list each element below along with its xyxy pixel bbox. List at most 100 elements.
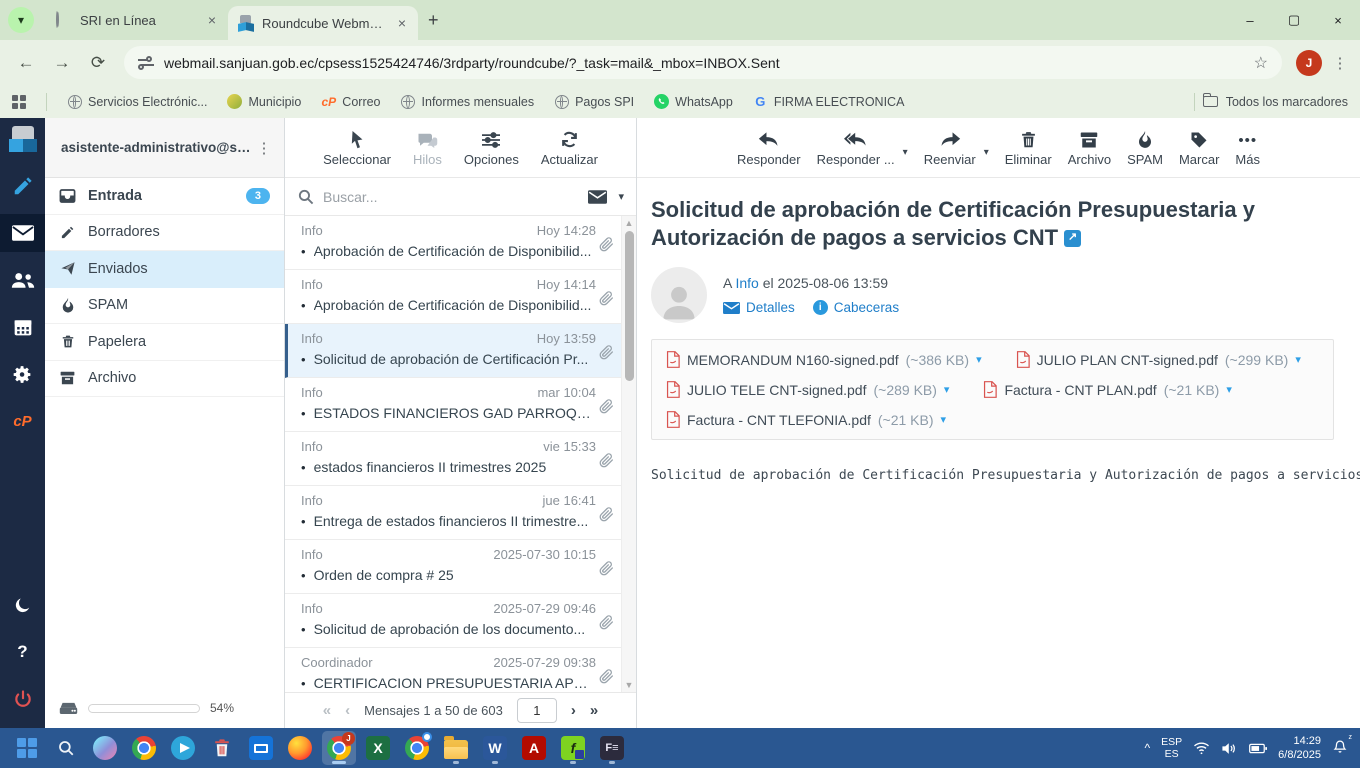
mail-nav-button[interactable] (0, 214, 45, 252)
open-in-new-window-icon[interactable] (1064, 229, 1082, 247)
remote-desktop-button[interactable] (244, 731, 278, 765)
select-button[interactable]: Seleccionar (323, 129, 391, 167)
search-input[interactable] (323, 188, 580, 205)
profile-avatar[interactable]: J (1296, 49, 1322, 76)
bookmark-informes[interactable]: Informes mensuales (401, 94, 534, 109)
bookmark-municipio[interactable]: Municipio (227, 94, 301, 109)
headers-link[interactable]: i Cabeceras (812, 300, 899, 315)
folder-enviados[interactable]: Enviados (45, 251, 284, 288)
dark-mode-button[interactable] (0, 586, 45, 624)
battery-icon[interactable] (1249, 742, 1268, 755)
message-row-5[interactable]: Info vie 15:33 • estados financieros II tr… (285, 432, 636, 486)
compose-button[interactable] (0, 167, 45, 205)
bookmark-firma[interactable]: G FIRMA ELECTRONICA (753, 94, 904, 109)
next-page-button[interactable]: › (571, 702, 576, 719)
message-row-7[interactable]: Info 2025-07-30 10:15 • Orden de compra # … (285, 540, 636, 594)
scroll-down-icon[interactable]: ▼ (625, 680, 634, 690)
reply-all-button[interactable]: Responder ... (817, 129, 895, 167)
firefox-button[interactable] (283, 731, 317, 765)
scrollbar-thumb[interactable] (624, 231, 634, 381)
attachment-1[interactable]: MEMORANDUM N160-signed.pdf (~386 KB) ▾ (666, 351, 982, 368)
back-button[interactable]: ← (10, 47, 42, 79)
cpanel-nav-button[interactable]: cP (0, 402, 45, 440)
scroll-up-icon[interactable]: ▲ (625, 218, 634, 228)
reply-all-caret[interactable]: ▾ (903, 147, 908, 158)
tray-expand-chevron[interactable]: ^ (1145, 741, 1151, 755)
message-row-6[interactable]: Info jue 16:41 • Entrega de estados financ… (285, 486, 636, 540)
mark-button[interactable]: Marcar (1179, 129, 1219, 167)
copilot-button[interactable] (88, 731, 122, 765)
forward-button[interactable]: Reenviar (924, 129, 976, 167)
chrome-button[interactable] (127, 731, 161, 765)
attachment-5[interactable]: Factura - CNT TLEFONIA.pdf (~21 KB) ▾ (666, 411, 946, 428)
attachment-2[interactable]: JULIO PLAN CNT-signed.pdf (~299 KB) ▾ (1016, 351, 1301, 368)
apps-grid-icon[interactable] (12, 94, 26, 109)
threads-button[interactable]: Hilos (413, 129, 442, 167)
message-row-4[interactable]: Info mar 10:04 • ESTADOS FINANCIEROS GAD P… (285, 378, 636, 432)
message-row-3-selected[interactable]: Info Hoy 13:59 • Solicitud de aprobación d… (285, 324, 636, 378)
start-button[interactable] (10, 731, 44, 765)
search-scope-icon[interactable] (588, 189, 608, 204)
attachment-menu-caret[interactable]: ▾ (976, 353, 982, 366)
account-menu-icon[interactable]: ⋮ (254, 139, 274, 157)
contacts-nav-button[interactable] (0, 261, 45, 299)
window-maximize-button[interactable]: ▢ (1272, 0, 1316, 40)
window-close-button[interactable]: × (1316, 0, 1360, 40)
reload-button[interactable]: ⟳ (82, 47, 114, 79)
tab-search-button[interactable]: ▾ (8, 7, 34, 33)
delete-button[interactable]: Eliminar (1005, 129, 1052, 167)
taskbar-clock[interactable]: 14:29 6/8/2025 (1278, 734, 1321, 763)
message-row-9[interactable]: Coordinador 2025-07-29 09:38 • CERTIFICACI… (285, 648, 636, 692)
message-row-8[interactable]: Info 2025-07-29 09:46 • Solicitud de aprob… (285, 594, 636, 648)
attachment-3[interactable]: JULIO TELE CNT-signed.pdf (~289 KB) ▾ (666, 381, 949, 398)
bookmark-star-icon[interactable]: ☆ (1254, 53, 1268, 73)
list-scrollbar[interactable]: ▲ ▼ (621, 216, 636, 692)
word-button[interactable]: W (478, 731, 512, 765)
file-explorer-button[interactable] (439, 731, 473, 765)
browser-tab-sri[interactable]: SRI en Línea × (46, 0, 228, 40)
help-button[interactable]: ? (0, 633, 45, 671)
more-button[interactable]: ••• Más (1235, 129, 1260, 167)
bookmark-pagos-spi[interactable]: Pagos SPI (554, 94, 634, 109)
chrome-alt-button[interactable] (400, 731, 434, 765)
recipient-link[interactable]: Info (735, 275, 758, 291)
address-bar[interactable]: webmail.sanjuan.gob.ec/cpsess1525424746/… (124, 46, 1282, 79)
telegram-button[interactable] (166, 731, 200, 765)
settings-nav-button[interactable] (0, 355, 45, 393)
search-options-caret[interactable]: ▾ (618, 190, 624, 203)
first-page-button[interactable]: « (323, 702, 331, 719)
message-row-2[interactable]: Info Hoy 14:14 • Aprobación de Certificaci… (285, 270, 636, 324)
dark-app-button[interactable]: F≡ (595, 731, 629, 765)
acrobat-button[interactable]: A (517, 731, 551, 765)
site-settings-icon[interactable] (138, 55, 154, 70)
folder-archivo[interactable]: Archivo (45, 361, 284, 397)
spam-button[interactable]: SPAM (1127, 129, 1163, 167)
recycle-bin-button[interactable] (205, 731, 239, 765)
folder-entrada[interactable]: Entrada 3 (45, 178, 284, 215)
tab-close-icon[interactable]: × (396, 15, 408, 31)
last-page-button[interactable]: » (590, 702, 598, 719)
bookmark-correo[interactable]: cP Correo (321, 94, 380, 109)
archive-button[interactable]: Archivo (1068, 129, 1111, 167)
folder-spam[interactable]: SPAM (45, 288, 284, 324)
accounting-app-button[interactable]: f (556, 731, 590, 765)
options-button[interactable]: Opciones (464, 129, 519, 167)
bookmark-servicios[interactable]: Servicios Electrónic... (67, 94, 207, 109)
folder-papelera[interactable]: Papelera (45, 324, 284, 361)
page-number-input[interactable]: 1 (516, 698, 557, 723)
language-indicator[interactable]: ESP ES (1161, 736, 1182, 760)
chrome-profile-button[interactable]: J (322, 731, 356, 765)
new-tab-button[interactable]: + (428, 10, 439, 31)
attachment-4[interactable]: Factura - CNT PLAN.pdf (~21 KB) ▾ (983, 381, 1232, 398)
tab-close-icon[interactable]: × (206, 12, 218, 28)
browser-menu-icon[interactable]: ⋮ (1330, 54, 1350, 72)
reply-button[interactable]: Responder (737, 129, 801, 167)
details-link[interactable]: Detalles (723, 300, 795, 315)
bookmark-whatsapp[interactable]: WhatsApp (654, 94, 733, 109)
notification-bell-icon[interactable]: z (1332, 734, 1352, 759)
attachment-menu-caret[interactable]: ▾ (1226, 383, 1232, 396)
calendar-nav-button[interactable] (0, 308, 45, 346)
browser-tab-roundcube[interactable]: Roundcube Webmail :: Enviados × (228, 6, 418, 40)
window-minimize-button[interactable]: – (1228, 0, 1272, 40)
refresh-button[interactable]: Actualizar (541, 129, 598, 167)
